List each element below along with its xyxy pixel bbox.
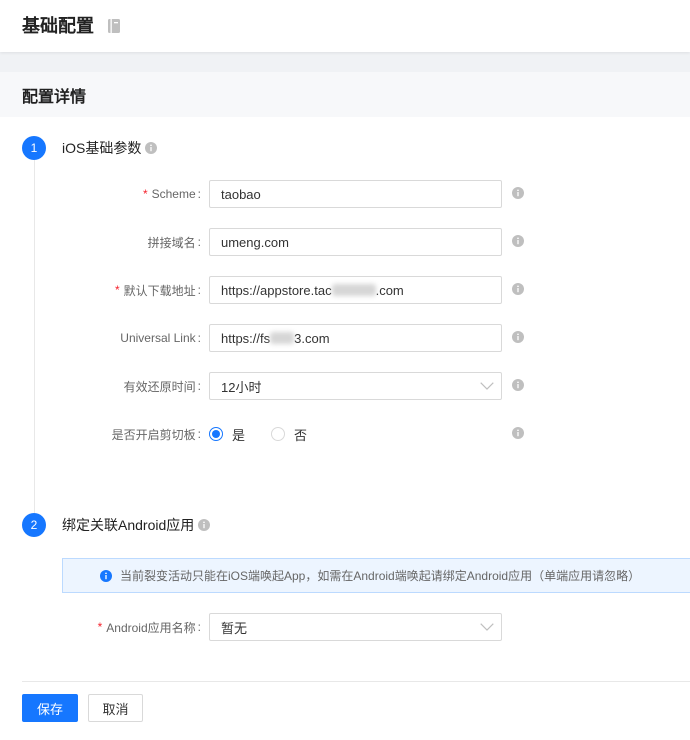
step-title: 绑定关联Android应用 xyxy=(62,517,195,533)
scheme-label: * Scheme : xyxy=(0,187,201,201)
radio-label: 否 xyxy=(294,427,308,443)
card-title: 配置详情 xyxy=(22,88,87,106)
radio-button[interactable] xyxy=(271,427,286,441)
select-value: 12小时 xyxy=(221,379,262,395)
label-colon: : xyxy=(197,620,201,634)
step-number-badge: 2 xyxy=(22,513,46,537)
info-icon[interactable] xyxy=(145,142,158,154)
radio-label: 是 xyxy=(232,427,246,443)
info-icon xyxy=(100,569,112,582)
label-colon: : xyxy=(197,283,201,297)
input-value-prefix: https://appstore.tac xyxy=(221,282,332,298)
label-colon: : xyxy=(197,235,201,249)
info-icon[interactable] xyxy=(512,186,524,199)
step-ios-header: 1 iOS基础参数 xyxy=(22,136,158,160)
label-colon: : xyxy=(197,331,201,345)
select-value: 暂无 xyxy=(221,620,248,636)
universal-link-input[interactable]: https://fs 3.com xyxy=(209,324,502,352)
info-icon[interactable] xyxy=(512,234,524,247)
required-mark: * xyxy=(97,620,103,634)
form-row-download-url: * 默认下载地址 : https://appstore.tac .com xyxy=(0,276,690,304)
input-value: umeng.com xyxy=(221,234,289,250)
save-button[interactable]: 保存 xyxy=(22,694,78,722)
document-icon[interactable] xyxy=(108,19,120,33)
ios-params-form: * Scheme : taobao 拼接域名 : umeng.com * 默认下… xyxy=(0,180,690,468)
page-title: 基础配置 xyxy=(22,16,94,36)
notice-text: 当前裂变活动只能在iOS端唤起App，如需在Android端唤起请绑定Andro… xyxy=(120,569,641,583)
step-title: iOS基础参数 xyxy=(62,140,142,156)
label-colon: : xyxy=(197,379,201,393)
cancel-button[interactable]: 取消 xyxy=(88,694,143,722)
card-header: 配置详情 xyxy=(0,72,690,117)
input-value-prefix: https://fs xyxy=(221,330,271,346)
info-icon[interactable] xyxy=(512,330,524,343)
input-value-suffix: .com xyxy=(375,282,404,298)
input-value-suffix: 3.com xyxy=(294,330,330,346)
info-icon[interactable] xyxy=(198,519,211,531)
android-notice-alert: 当前裂变活动只能在iOS端唤起App，如需在Android端唤起请绑定Andro… xyxy=(62,558,690,593)
download-url-input[interactable]: https://appstore.tac .com xyxy=(209,276,502,304)
actions-divider xyxy=(22,681,690,682)
form-row-domain: 拼接域名 : umeng.com xyxy=(0,228,690,256)
info-icon[interactable] xyxy=(512,282,524,295)
universal-link-label: Universal Link : xyxy=(0,331,201,345)
info-icon[interactable] xyxy=(512,426,524,439)
download-url-label: * 默认下载地址 : xyxy=(0,282,201,299)
label-text: 默认下载地址 xyxy=(123,283,196,298)
clipboard-radio-group: 是 否 xyxy=(209,420,502,448)
restore-time-select[interactable]: 12小时 xyxy=(209,372,502,400)
input-value: taobao xyxy=(221,186,261,202)
redacted-text xyxy=(331,284,376,296)
required-mark: * xyxy=(114,283,120,297)
form-row-universal-link: Universal Link : https://fs 3.com xyxy=(0,324,690,352)
domain-label: 拼接域名 : xyxy=(0,234,201,251)
required-mark: * xyxy=(142,187,148,201)
info-icon[interactable] xyxy=(512,378,524,391)
scheme-input[interactable]: taobao xyxy=(209,180,502,208)
redacted-text xyxy=(270,332,295,344)
label-text: Universal Link xyxy=(120,331,196,345)
label-text: Android应用名称 xyxy=(106,620,196,635)
android-app-label: * Android应用名称 : xyxy=(0,619,201,636)
android-params-form: * Android应用名称 : 暂无 xyxy=(0,613,690,661)
label-text: Scheme xyxy=(151,187,196,201)
label-colon: : xyxy=(197,187,201,201)
domain-input[interactable]: umeng.com xyxy=(209,228,502,256)
label-text: 有效还原时间 xyxy=(123,379,196,394)
page-header: 基础配置 xyxy=(0,0,690,52)
android-app-select[interactable]: 暂无 xyxy=(209,613,502,641)
label-text: 是否开启剪切板 xyxy=(111,427,196,442)
form-row-restore-time: 有效还原时间 : 12小时 xyxy=(0,372,690,400)
form-row-android-app: * Android应用名称 : 暂无 xyxy=(0,613,690,641)
radio-button[interactable] xyxy=(209,427,223,441)
chevron-down-icon xyxy=(480,623,494,631)
step-android-header: 2 绑定关联Android应用 xyxy=(22,513,211,537)
form-row-scheme: * Scheme : taobao xyxy=(0,180,690,208)
step-number-badge: 1 xyxy=(22,136,46,160)
label-text: 拼接域名 xyxy=(147,235,196,250)
radio-option-yes[interactable]: 是 xyxy=(209,425,245,444)
clipboard-label: 是否开启剪切板 : xyxy=(0,426,201,443)
radio-option-no[interactable]: 否 xyxy=(271,425,307,444)
restore-time-label: 有效还原时间 : xyxy=(0,378,201,395)
config-details-card: 配置详情 1 iOS基础参数 * Scheme : taobao 拼接域名: … xyxy=(0,72,690,740)
form-row-clipboard: 是否开启剪切板 : 是 否 xyxy=(0,420,690,448)
label-colon: : xyxy=(197,427,201,441)
chevron-down-icon xyxy=(480,382,494,390)
